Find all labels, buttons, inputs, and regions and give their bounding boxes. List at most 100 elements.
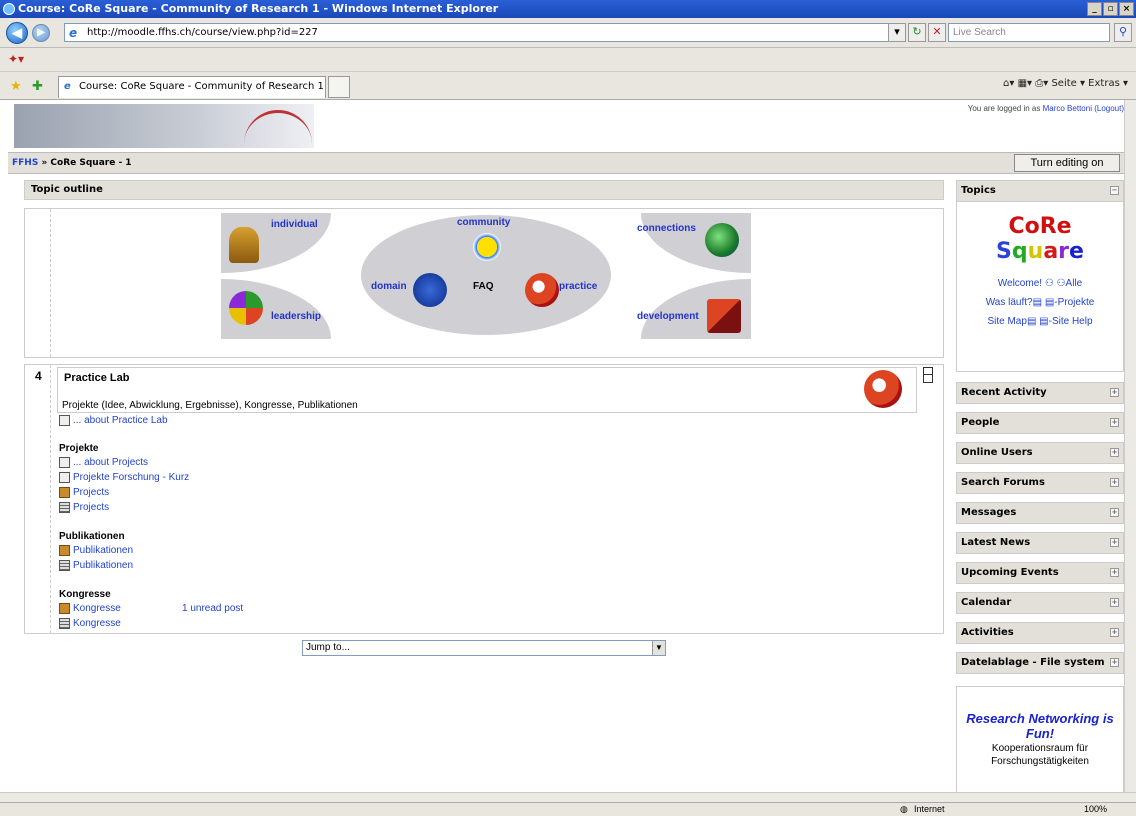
sun-icon[interactable] (473, 233, 501, 261)
topics-block: CoRe Square Welcome! ⚇ ⚇Alle Was läuft?▤… (956, 202, 1124, 372)
minimize-button[interactable]: _ (1087, 2, 1102, 16)
map-link-community[interactable]: community (457, 217, 510, 228)
site-help-link[interactable]: -Site Help (1049, 316, 1093, 327)
forum-icon (59, 603, 70, 614)
map-link-leadership[interactable]: leadership (271, 311, 321, 322)
alle-link[interactable]: Alle (1066, 278, 1083, 289)
jump-to-select[interactable]: Jump to... ▼ (302, 640, 666, 656)
toolbar-addon-icon[interactable]: ✦▾ (8, 52, 24, 66)
expand-icon[interactable]: + (1110, 388, 1119, 397)
resource-link[interactable]: ... about Projects (59, 457, 148, 468)
forum-link[interactable]: Kongresse (59, 603, 121, 614)
turn-editing-on-button[interactable]: Turn editing on (1014, 154, 1120, 172)
block-title: Latest News (961, 537, 1031, 548)
print-icon[interactable]: ⎙▾ (1035, 78, 1048, 89)
database-link[interactable]: Publikationen (59, 560, 133, 571)
search-input[interactable]: Live Search (948, 23, 1110, 42)
side-block-header[interactable]: Search Forums + (956, 472, 1124, 494)
hut-icon[interactable] (229, 227, 259, 263)
globe-icon[interactable] (705, 223, 739, 257)
database-link[interactable]: Kongresse (59, 618, 121, 629)
database-link[interactable]: Projects (59, 502, 109, 513)
leadership-icon[interactable] (229, 291, 263, 325)
site-map-link[interactable]: Site Map (987, 316, 1026, 327)
add-favorite-icon[interactable]: ✚ (32, 78, 43, 94)
people-globe-icon[interactable] (413, 273, 447, 307)
section-left-col (25, 209, 51, 357)
breadcrumb-home[interactable]: FFHS (12, 158, 38, 168)
square-letter: e (1069, 239, 1084, 264)
expand-icon[interactable]: + (1110, 568, 1119, 577)
window-title: Course: CoRe Square - Community of Resea… (18, 2, 499, 15)
side-block-header[interactable]: Activities + (956, 622, 1124, 644)
expand-icon[interactable]: + (1110, 448, 1119, 457)
zoom-level[interactable]: 100% (1084, 803, 1107, 816)
block-topics-header[interactable]: Topics − (956, 180, 1124, 202)
expand-icon[interactable]: + (1110, 478, 1119, 487)
address-input[interactable]: http://moodle.ffhs.ch/course/view.php?id… (64, 23, 904, 42)
resource-link[interactable]: Projekte Forschung - Kurz (59, 472, 189, 483)
favorites-star-icon[interactable]: ★ (10, 78, 22, 94)
side-block-header[interactable]: Online Users + (956, 442, 1124, 464)
new-tab-button[interactable] (328, 76, 350, 98)
block-title: Search Forums (961, 477, 1045, 488)
logout-link[interactable]: (Logout) (1094, 104, 1124, 113)
dropdown-arrow-icon[interactable]: ▾ (888, 23, 906, 42)
highlight-toggle-icon[interactable] (923, 367, 933, 383)
feeds-icon[interactable]: ▦▾ (1018, 78, 1032, 89)
resource-label: Kongresse (73, 603, 121, 614)
tab-current[interactable]: Course: CoRe Square - Community of Resea… (58, 76, 326, 98)
side-block-header[interactable]: Calendar + (956, 592, 1124, 614)
search-icon[interactable]: ⚲ (1114, 23, 1132, 42)
stop-icon[interactable]: ✕ (928, 23, 946, 42)
map-link-individual[interactable]: individual (271, 219, 318, 230)
forum-link[interactable]: Projects (59, 487, 109, 498)
forward-icon[interactable]: ▶ (32, 24, 50, 42)
horizontal-scrollbar[interactable] (0, 792, 1136, 802)
home-icon[interactable]: ⌂▾ (1003, 78, 1014, 89)
side-block-header[interactable]: People + (956, 412, 1124, 434)
fun-subtitle-1: Kooperationsraum für (991, 743, 1089, 754)
community-imagemap: individual community connections domain … (221, 213, 751, 339)
block-title: Datelablage - File system (961, 657, 1105, 668)
login-prefix: You are logged in as (967, 104, 1041, 113)
close-button[interactable]: × (1119, 2, 1134, 16)
refresh-icon[interactable]: ↻ (908, 23, 926, 42)
expand-icon[interactable]: + (1110, 598, 1119, 607)
map-link-development[interactable]: development (637, 311, 699, 322)
vertical-scrollbar[interactable] (1124, 100, 1136, 792)
flask-icon[interactable] (525, 273, 559, 307)
expand-icon[interactable]: + (1110, 538, 1119, 547)
expand-icon[interactable]: + (1110, 658, 1119, 667)
welcome-link[interactable]: Welcome! (998, 278, 1042, 289)
back-icon[interactable]: ◀ (6, 22, 28, 44)
unread-post-link[interactable]: 1 unread post (182, 603, 243, 614)
collapse-icon[interactable]: − (1110, 186, 1119, 195)
square-letter: r (1058, 239, 1070, 264)
side-block-header[interactable]: Recent Activity + (956, 382, 1124, 404)
map-link-faq[interactable]: FAQ (473, 281, 494, 292)
expand-icon[interactable]: + (1110, 508, 1119, 517)
expand-icon[interactable]: + (1110, 418, 1119, 427)
forum-link[interactable]: Publikationen (59, 545, 133, 556)
side-block-header[interactable]: Upcoming Events + (956, 562, 1124, 584)
map-link-connections[interactable]: connections (637, 223, 696, 234)
user-link[interactable]: Marco Bettoni (1043, 104, 1092, 113)
resource-link[interactable]: ... about Practice Lab (59, 415, 168, 426)
side-block-header[interactable]: Latest News + (956, 532, 1124, 554)
command-labels[interactable]: Seite ▾ Extras ▾ (1051, 78, 1128, 89)
map-link-practice[interactable]: practice (559, 281, 597, 292)
jump-to-label: Jump to... (306, 642, 350, 653)
side-block-header[interactable]: Datelablage - File system + (956, 652, 1124, 674)
expand-icon[interactable]: + (1110, 628, 1119, 637)
maximize-button[interactable]: ▫ (1103, 2, 1118, 16)
map-link-domain[interactable]: domain (371, 281, 407, 292)
ffhs-logo-icon (244, 110, 312, 144)
side-block-header[interactable]: Messages + (956, 502, 1124, 524)
square-letter: q (1011, 239, 1028, 264)
page-icon: ▤ (1039, 316, 1049, 327)
projekte-link[interactable]: -Projekte (1054, 297, 1094, 308)
was-lauft-link[interactable]: Was läuft? (986, 297, 1033, 308)
status-zone: Internet (914, 804, 945, 814)
boxes-icon[interactable] (707, 299, 741, 333)
